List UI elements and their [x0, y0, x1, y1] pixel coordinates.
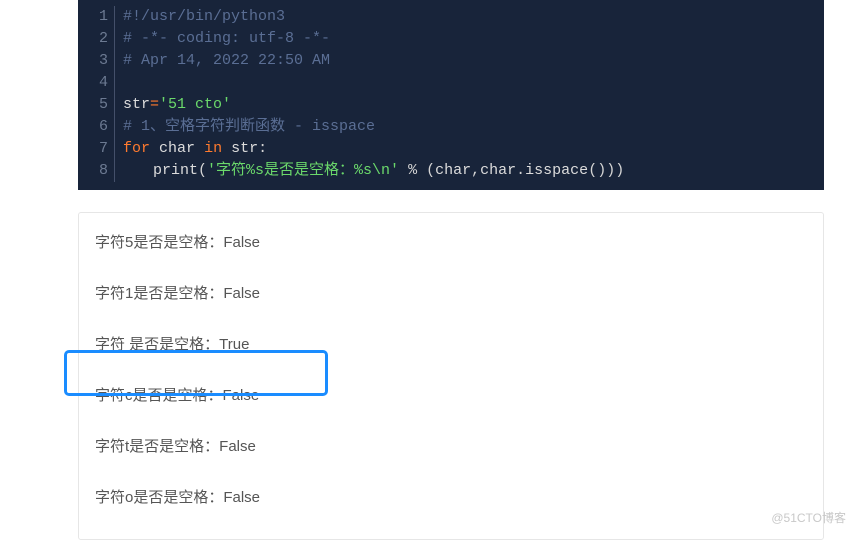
- output-block: 字符5是否是空格：False 字符1是否是空格：False 字符 是否是空格：Tru…: [78, 212, 824, 540]
- output-line: 字符t是否是空格：False: [91, 431, 811, 460]
- code-line: 4: [78, 72, 824, 94]
- code-content: for char in str:: [115, 138, 267, 160]
- code-block: 1#!/usr/bin/python32# -*- coding: utf-8 …: [78, 0, 824, 190]
- code-content: #!/usr/bin/python3: [115, 6, 285, 28]
- code-line: 5str='51 cto': [78, 94, 824, 116]
- watermark: @51CTO博客: [771, 509, 846, 526]
- code-content: # -*- coding: utf-8 -*-: [115, 28, 330, 50]
- code-content: # 1、空格字符判断函数 - isspace: [115, 116, 375, 138]
- code-line: 7for char in str:: [78, 138, 824, 160]
- line-number: 2: [78, 28, 115, 50]
- code-line: 6# 1、空格字符判断函数 - isspace: [78, 116, 824, 138]
- output-line: 字符5是否是空格：False: [91, 227, 811, 256]
- code-line: 1#!/usr/bin/python3: [78, 6, 824, 28]
- code-line: 2# -*- coding: utf-8 -*-: [78, 28, 824, 50]
- output-line: 字符1是否是空格：False: [91, 278, 811, 307]
- line-number: 5: [78, 94, 115, 116]
- line-number: 8: [78, 160, 115, 182]
- line-number: 7: [78, 138, 115, 160]
- output-line: 字符 是否是空格：True: [91, 329, 811, 358]
- code-content: str='51 cto': [115, 94, 231, 116]
- line-number: 6: [78, 116, 115, 138]
- line-number: 1: [78, 6, 115, 28]
- line-number: 4: [78, 72, 115, 94]
- output-line: 字符o是否是空格：False: [91, 482, 811, 511]
- code-line: 8print('字符%s是否是空格：%s\n' % (char,char.iss…: [78, 160, 824, 182]
- code-content: # Apr 14, 2022 22:50 AM: [115, 50, 330, 72]
- output-line: 字符c是否是空格：False: [91, 380, 811, 409]
- line-number: 3: [78, 50, 115, 72]
- code-content: [115, 72, 123, 94]
- code-line: 3# Apr 14, 2022 22:50 AM: [78, 50, 824, 72]
- code-content: print('字符%s是否是空格：%s\n' % (char,char.issp…: [115, 160, 624, 182]
